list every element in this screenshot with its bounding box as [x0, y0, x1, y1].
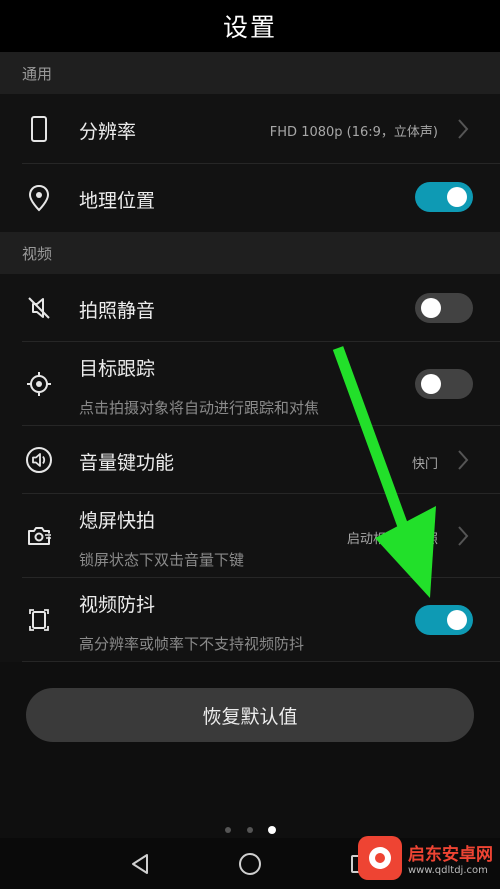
home-button[interactable] — [232, 846, 268, 882]
setting-title: 熄屏快拍 — [79, 510, 156, 532]
section-label: 通用 — [22, 64, 53, 83]
tracking-toggle[interactable] — [415, 369, 473, 399]
section-header-video: 视频 — [0, 232, 500, 274]
setting-title: 目标跟踪 — [79, 358, 156, 380]
setting-row-location[interactable]: 地理位置 — [0, 164, 500, 232]
toggle-knob — [421, 374, 441, 394]
setting-row-volume-key[interactable]: 音量键功能 快门 — [0, 426, 500, 494]
watermark-logo-icon — [358, 836, 402, 880]
toggle-knob — [447, 187, 467, 207]
watermark-text: 启东安卓网 www.qdltdj.com — [408, 840, 493, 876]
section-header-general: 通用 — [0, 52, 500, 94]
back-button[interactable] — [122, 846, 158, 882]
home-circle-icon — [239, 853, 261, 875]
setting-title: 地理位置 — [79, 190, 156, 212]
page-title: 设置 — [222, 13, 277, 42]
setting-title: 拍照静音 — [79, 300, 156, 322]
setting-subtitle: 点击拍摄对象将自动进行跟踪和对焦 — [79, 399, 320, 417]
page-dot — [247, 827, 253, 833]
speaker-mute-icon — [22, 291, 56, 325]
volume-key-icon — [22, 443, 56, 477]
page-dot-active — [268, 826, 276, 834]
target-icon — [22, 367, 56, 401]
top-bar: 设置 — [0, 0, 500, 52]
toggle-knob — [447, 610, 467, 630]
camera-quick-icon — [22, 519, 56, 553]
setting-title: 音量键功能 — [79, 452, 175, 474]
setting-value: FHD 1080p (16:9，立体声) — [269, 125, 438, 140]
setting-row-quick-snap[interactable]: 熄屏快拍 锁屏状态下双击音量下键 启动相机并拍照 — [0, 494, 500, 578]
watermark: 启东安卓网 www.qdltdj.com — [358, 829, 496, 887]
setting-row-tracking[interactable]: 目标跟踪 点击拍摄对象将自动进行跟踪和对焦 — [0, 342, 500, 426]
toggle-knob — [421, 298, 441, 318]
setting-subtitle: 锁屏状态下双击音量下键 — [79, 551, 245, 569]
chevron-right-icon — [458, 526, 469, 546]
setting-value: 快门 — [411, 457, 438, 472]
setting-row-resolution[interactable]: 分辨率 FHD 1080p (16:9，立体声) — [0, 94, 500, 164]
stabilize-icon — [22, 603, 56, 637]
setting-row-mute-shutter[interactable]: 拍照静音 — [0, 274, 500, 342]
location-pin-icon — [22, 181, 56, 215]
page-dot — [225, 827, 231, 833]
setting-value: 启动相机并拍照 — [346, 532, 438, 547]
section-label: 视频 — [22, 244, 53, 263]
chevron-right-icon — [458, 450, 469, 470]
stabilization-toggle[interactable] — [415, 605, 473, 635]
setting-title: 视频防抖 — [79, 594, 156, 616]
chevron-right-icon — [458, 119, 469, 139]
watermark-url: www.qdltdj.com — [408, 865, 488, 876]
divider — [22, 661, 500, 662]
mute-shutter-toggle[interactable] — [415, 293, 473, 323]
setting-title: 分辨率 — [79, 121, 137, 143]
reset-default-button[interactable]: 恢复默认值 — [26, 688, 474, 742]
setting-subtitle: 高分辨率或帧率下不支持视频防抖 — [79, 635, 305, 653]
location-toggle[interactable] — [415, 182, 473, 212]
back-triangle-icon — [132, 854, 148, 874]
phone-outline-icon — [22, 112, 56, 146]
watermark-name: 启东安卓网 — [408, 845, 493, 865]
setting-row-stabilization[interactable]: 视频防抖 高分辨率或帧率下不支持视频防抖 — [0, 578, 500, 662]
